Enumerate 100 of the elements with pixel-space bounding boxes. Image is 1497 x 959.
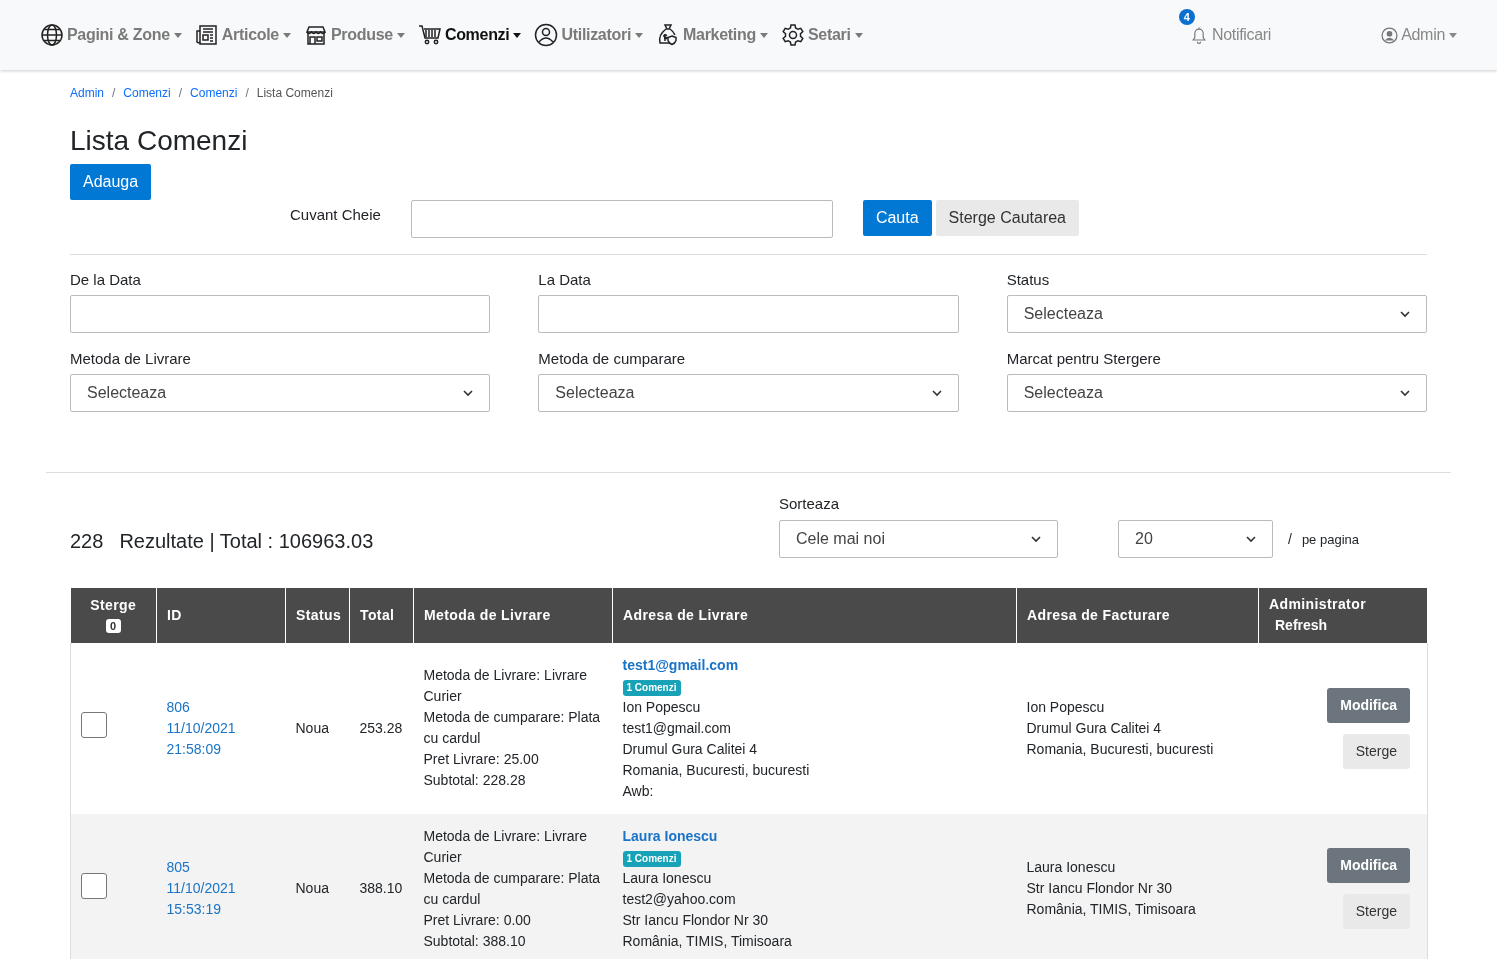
results-count: 228	[70, 529, 104, 552]
person-circle-icon	[534, 23, 559, 47]
delete-button[interactable]: Sterge	[1342, 894, 1410, 930]
column-header[interactable]: Total	[360, 606, 395, 623]
shipping-address-line: test2@yahoo.com	[622, 889, 737, 909]
column-header[interactable]: Administrator	[1269, 594, 1417, 616]
globe-icon	[40, 23, 64, 47]
breadcrumb-separator: /	[112, 85, 116, 102]
caret-icon	[282, 32, 291, 38]
billing-address-line: Romania, Bucuresti, bucuresti	[1026, 739, 1215, 759]
orders-count-badge: 1 Comenzi	[622, 850, 681, 867]
page-title: Lista Comenzi	[70, 124, 249, 158]
order-link[interactable]: 15:53:19	[166, 899, 276, 921]
filter-label: Metoda de cumparare	[538, 348, 686, 369]
breadcrumb-link[interactable]: Comenzi	[123, 84, 171, 102]
keyword-label: Cuvant Cheie	[290, 204, 381, 225]
edit-button[interactable]: Modifica	[1327, 687, 1410, 723]
filter-label: La Data	[538, 270, 591, 290]
breadcrumb-separator: /	[245, 85, 249, 102]
shipping-address-line: Awb:	[622, 781, 655, 801]
nav-menu-item[interactable]: Comenzi	[417, 23, 522, 47]
sort-select[interactable]: Cele mai noi	[779, 519, 1058, 558]
breadcrumb-current: Lista Comenzi	[256, 85, 333, 102]
per-page-select[interactable]: 20	[1118, 519, 1273, 558]
caret-icon	[173, 32, 182, 38]
filter-select[interactable]: Selecteaza	[1006, 374, 1427, 413]
per-page-label: pe pagina	[1301, 531, 1359, 550]
column-header[interactable]: Adresa de Livrare	[623, 606, 749, 623]
nav-menu-item[interactable]: Produse	[303, 23, 405, 47]
shipping-address-line: Drumul Gura Calitei 4	[622, 739, 759, 759]
keyword-field[interactable]	[410, 199, 833, 238]
billing-address-line: România, TIMIS, Timisoara	[1026, 900, 1197, 920]
delivery-info-line: Pret Livrare: 0.00	[423, 910, 532, 930]
date-field[interactable]	[538, 295, 959, 334]
filter-select[interactable]: Selecteaza	[538, 374, 959, 413]
breadcrumb-link[interactable]: Admin	[70, 84, 104, 102]
add-button[interactable]: Adauga	[70, 163, 152, 200]
column-header[interactable]: ID	[167, 606, 182, 623]
shop-icon	[303, 23, 328, 47]
column-header[interactable]: Sterge	[80, 595, 146, 616]
cart-icon	[417, 23, 442, 47]
breadcrumb-separator: /	[178, 85, 183, 102]
clear-search-button[interactable]: Sterge Cautarea	[935, 199, 1079, 236]
status-text: Noua	[295, 880, 329, 897]
sort-label: Sorteaza	[779, 494, 840, 515]
shipping-address-line: test1@gmail.com	[622, 718, 732, 738]
refresh-link[interactable]: Refresh	[1269, 615, 1417, 637]
filter-select[interactable]: Selecteaza	[1006, 295, 1427, 334]
selected-count-badge: 0	[106, 619, 121, 634]
edit-button[interactable]: Modifica	[1327, 848, 1410, 884]
order-link[interactable]: 806	[166, 696, 276, 718]
nav-menu-item[interactable]: Utilizatori	[534, 23, 644, 47]
filter-label: De la Data	[70, 270, 141, 290]
billing-address-line: Drumul Gura Calitei 4	[1026, 718, 1163, 738]
shipping-address-line: Ion Popescu	[622, 697, 702, 717]
customer-link[interactable]: Laura Ionescu	[622, 825, 1007, 847]
nav-menu-item[interactable]: Articole	[194, 23, 291, 47]
order-link[interactable]: 11/10/2021	[166, 717, 276, 739]
order-link[interactable]: 21:58:09	[166, 738, 276, 760]
column-header[interactable]: Metoda de Livrare	[424, 606, 551, 623]
column-header[interactable]: Adresa de Facturare	[1027, 606, 1170, 623]
order-link[interactable]: 805	[166, 857, 276, 879]
customer-link[interactable]: test1@gmail.com	[622, 654, 1007, 676]
order-link[interactable]: 11/10/2021	[166, 878, 276, 900]
delivery-info-line: Pret Livrare: 25.00	[423, 750, 540, 770]
notifications-link[interactable]: Notificari	[1188, 23, 1272, 47]
delivery-info-line: Metoda de cumparare: Plata cu cardul	[423, 708, 602, 749]
billing-address-line: Ion Popescu	[1026, 697, 1106, 717]
billing-address-line: Str Iancu Flondor Nr 30	[1026, 879, 1173, 899]
row-checkbox[interactable]	[81, 872, 107, 899]
total-text: 388.10	[359, 880, 403, 897]
delivery-info-line: Metoda de cumparare: Plata cu cardul	[423, 868, 602, 909]
row-checkbox[interactable]	[81, 712, 107, 739]
nav-menu-item[interactable]: Marketing	[656, 23, 768, 47]
chevron-icon	[1400, 309, 1410, 320]
status-text: Noua	[295, 719, 329, 736]
filter-select[interactable]: Selecteaza	[70, 374, 491, 413]
delivery-info-line: Subtotal: 388.10	[423, 931, 527, 951]
caret-icon	[854, 32, 863, 38]
search-button[interactable]: Cauta	[862, 199, 932, 236]
shipping-address-line: România, TIMIS, Timisoara	[622, 931, 793, 951]
chevron-icon	[1400, 388, 1410, 399]
notification-count: 4	[1178, 9, 1195, 25]
settings-icon	[780, 23, 805, 47]
delivery-info-line: Metoda de Livrare: Livrare Curier	[423, 826, 588, 867]
chevron-icon	[463, 388, 474, 399]
user-menu[interactable]: Admin	[1381, 23, 1457, 47]
newspaper-icon	[194, 23, 219, 47]
caret-icon	[396, 32, 405, 38]
filter-label: Marcat pentru Stergere	[1006, 348, 1161, 369]
results-total: Rezultate | Total : 106963.03	[119, 529, 374, 552]
delete-button[interactable]: Sterge	[1342, 733, 1410, 769]
user-avatar-icon	[1381, 26, 1399, 44]
nav-menu-item[interactable]: Pagini & Zone	[40, 23, 182, 47]
orders-count-badge: 1 Comenzi	[622, 679, 681, 696]
nav-menu-item[interactable]: Setari	[780, 23, 863, 47]
caret-icon	[635, 32, 644, 38]
chevron-icon	[1031, 533, 1041, 544]
breadcrumb-link[interactable]: Comenzi	[190, 84, 238, 102]
date-field[interactable]	[70, 295, 491, 334]
